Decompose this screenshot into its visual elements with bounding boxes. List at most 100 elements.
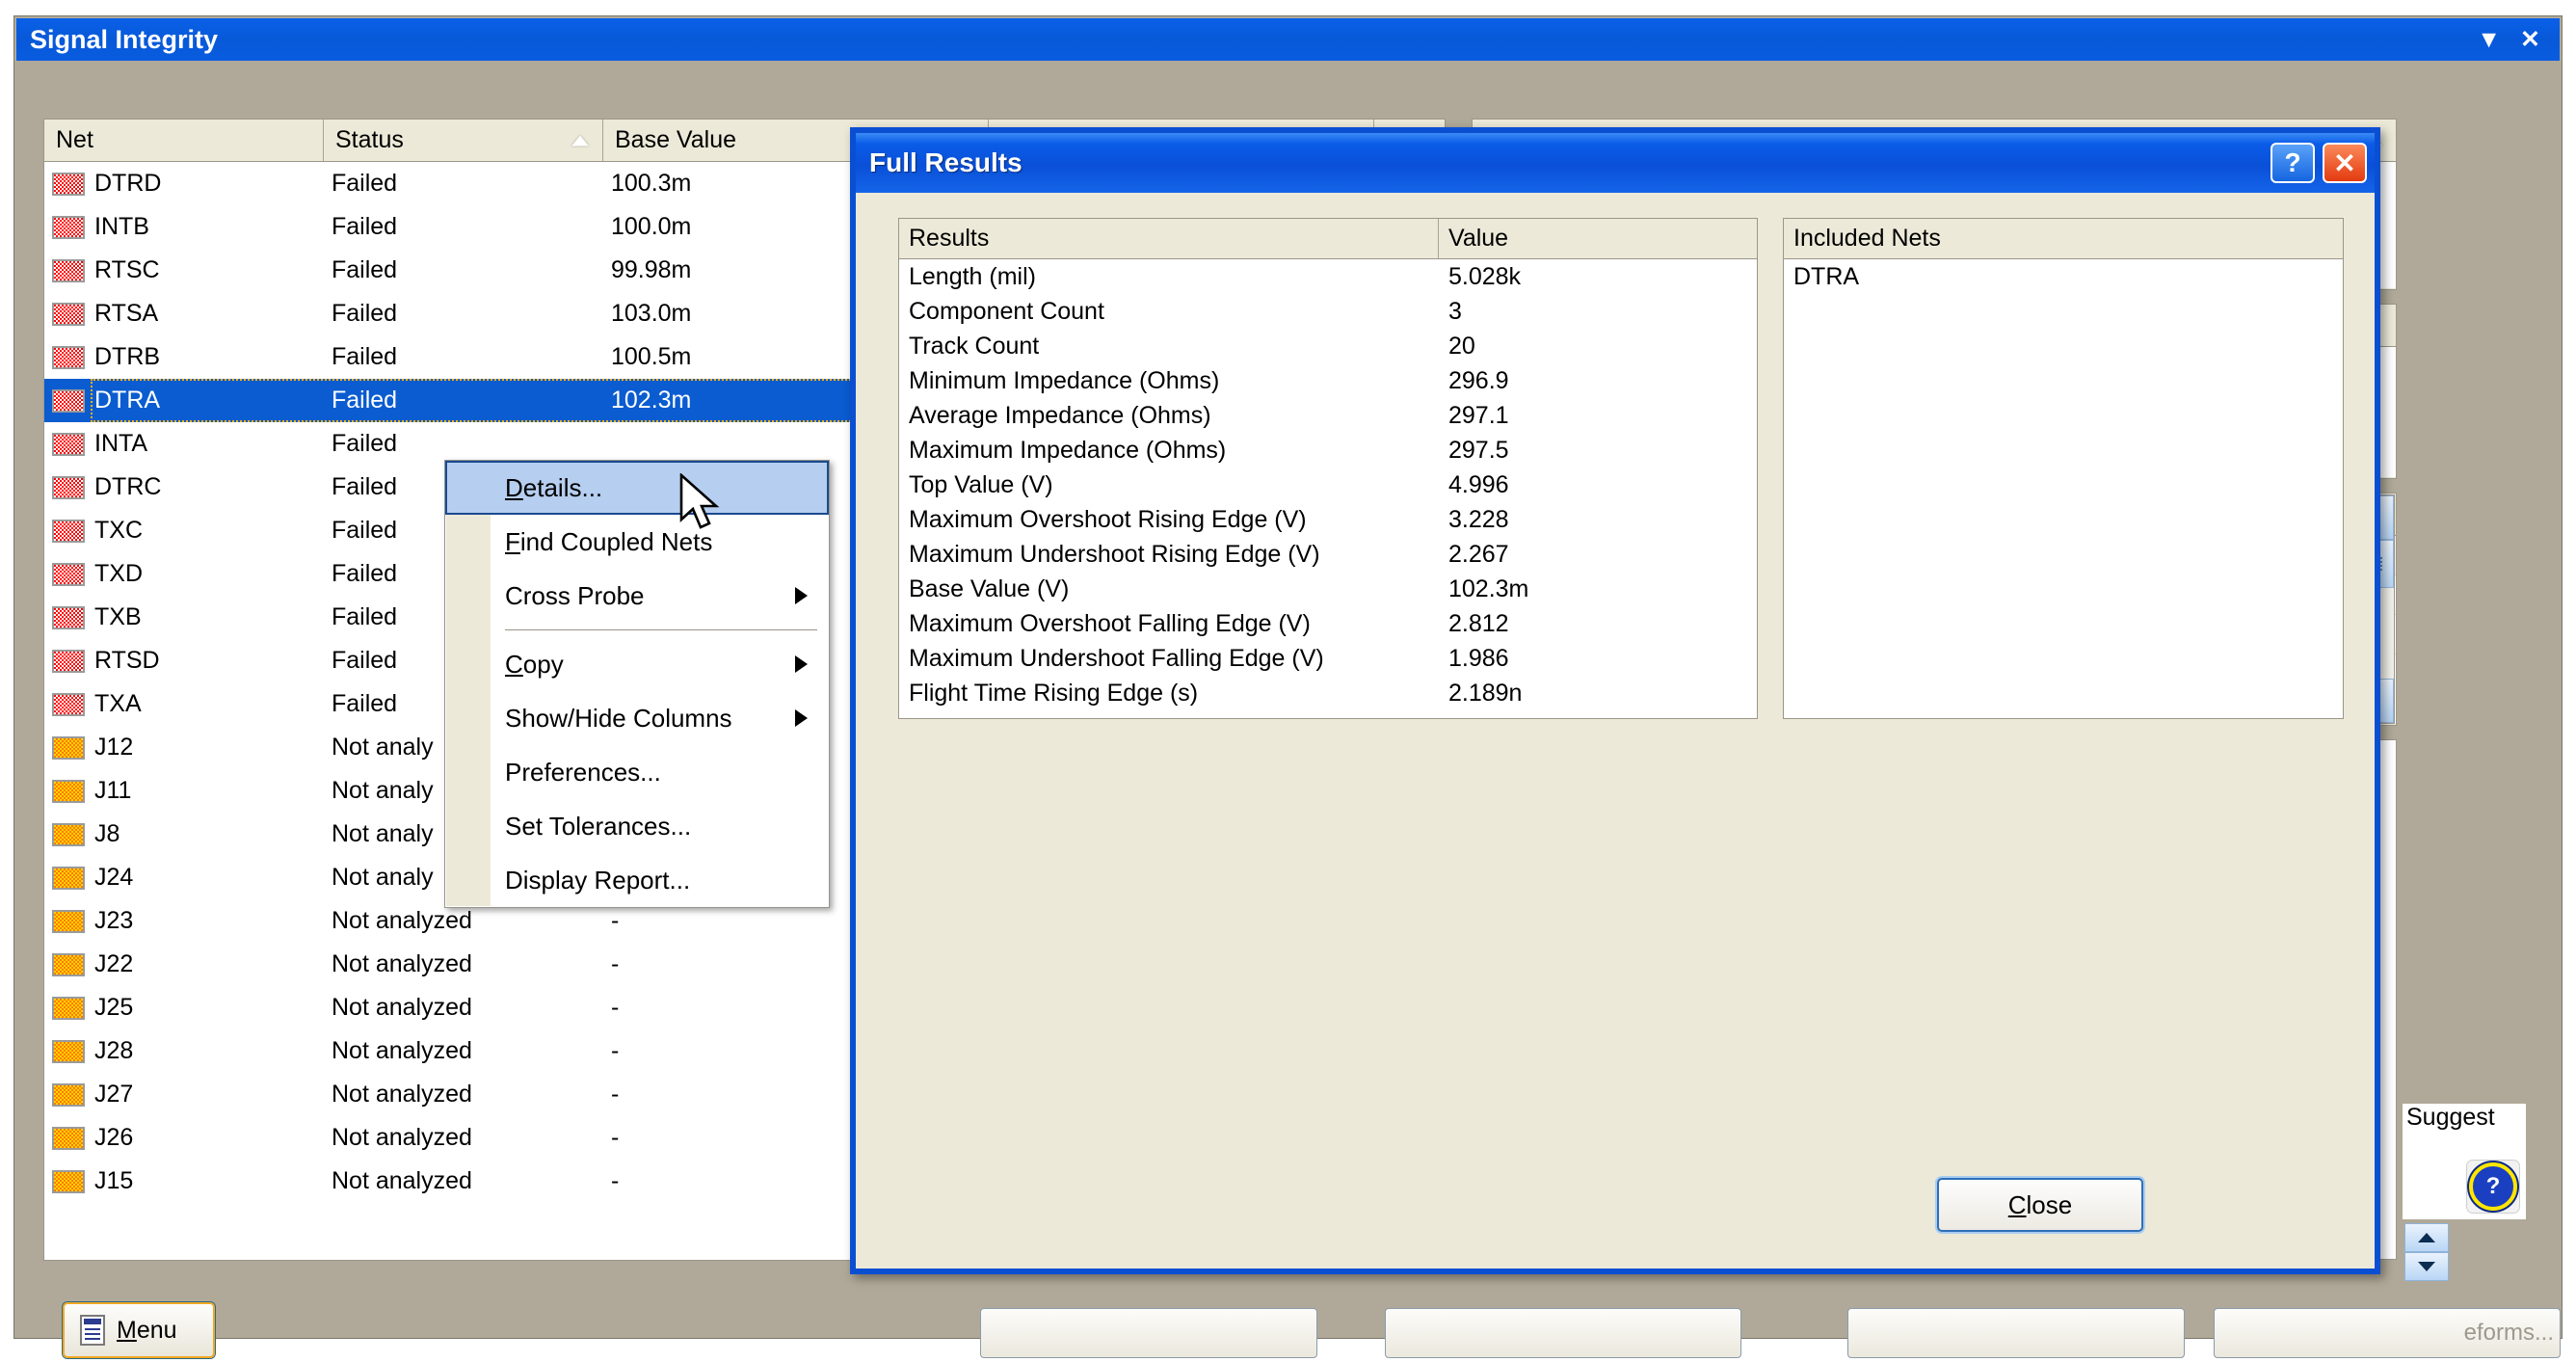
cell-net: J26 [44, 1124, 324, 1152]
status-not-analyzed-swatch-icon [52, 1127, 85, 1150]
result-row[interactable]: Maximum Undershoot Falling Edge (V)1.986 [899, 641, 1757, 676]
sort-ascending-icon [571, 135, 589, 146]
column-header-base-value-label: Base Value [615, 126, 736, 154]
result-row[interactable]: Maximum Overshoot Falling Edge (V)2.812 [899, 606, 1757, 641]
result-value: 5.028k [1439, 263, 1757, 291]
result-row[interactable]: Maximum Impedance (Ohms)297.5 [899, 433, 1757, 467]
stepper-down-icon[interactable] [2404, 1252, 2449, 1281]
result-name: Maximum Overshoot Falling Edge (V) [899, 610, 1439, 638]
cell-status: Failed [324, 256, 603, 284]
analyze-design-button[interactable] [980, 1308, 1317, 1358]
value-stepper[interactable] [2404, 1223, 2449, 1281]
net-name: J24 [94, 864, 133, 892]
status-not-analyzed-swatch-icon [52, 1170, 85, 1193]
crosstalk-waveforms-button[interactable]: eforms... [2214, 1308, 2561, 1358]
net-name: J22 [94, 950, 133, 978]
cell-status: Not analyzed [324, 907, 603, 935]
cell-net: TXB [44, 603, 324, 631]
status-not-analyzed-swatch-icon [52, 780, 85, 803]
help-icon[interactable]: ? [2271, 143, 2315, 183]
panel-title: Signal Integrity [30, 25, 218, 55]
panel-titlebar-buttons: ▼ ✕ [2477, 28, 2560, 52]
result-row[interactable]: Maximum Overshoot Rising Edge (V)3.228 [899, 502, 1757, 537]
cell-status: Not analyzed [324, 950, 603, 978]
menu-item-cross-probe[interactable]: Cross Probe [445, 569, 829, 623]
result-row[interactable]: Top Value (V)4.996 [899, 467, 1757, 502]
menu-button[interactable]: Menu [63, 1302, 215, 1358]
cell-net: J27 [44, 1081, 324, 1108]
status-failed-swatch-icon [52, 476, 85, 499]
status-failed-swatch-icon [52, 650, 85, 673]
status-failed-swatch-icon [52, 389, 85, 413]
stepper-up-icon[interactable] [2404, 1223, 2449, 1252]
reflection-waveform-button[interactable] [1847, 1308, 2185, 1358]
menu-item-set-tolerances[interactable]: Set Tolerances... [445, 799, 829, 853]
result-row[interactable]: Maximum Undershoot Rising Edge (V)2.267 [899, 537, 1757, 572]
result-name: Maximum Overshoot Rising Edge (V) [899, 506, 1439, 534]
cell-net: DTRC [44, 473, 324, 501]
net-name: J12 [94, 734, 133, 761]
net-name: J27 [94, 1081, 133, 1108]
results-list[interactable]: Results Value Length (mil)5.028kComponen… [898, 218, 1758, 719]
result-value: 3 [1439, 298, 1757, 326]
menu-item-show-hide-columns[interactable]: Show/Hide Columns [445, 691, 829, 745]
net-name: J25 [94, 994, 133, 1022]
menu-item-preferences[interactable]: Preferences... [445, 745, 829, 799]
cell-status: Failed [324, 430, 603, 458]
cell-net: DTRB [44, 343, 324, 371]
dialog-client-area: Results Value Length (mil)5.028kComponen… [856, 193, 2375, 1269]
result-value: 2.267 [1439, 541, 1757, 569]
cell-net: TXA [44, 690, 324, 718]
column-header-net-label: Net [56, 126, 93, 154]
status-not-analyzed-swatch-icon [52, 823, 85, 846]
question-mark-icon: ? [2469, 1162, 2517, 1211]
cell-net: J24 [44, 864, 324, 892]
menu-item-find-coupled-nets[interactable]: Find Coupled Nets [445, 515, 829, 569]
result-row[interactable]: Base Value (V)102.3m [899, 572, 1757, 606]
result-value: 4.996 [1439, 471, 1757, 499]
result-name: Track Count [899, 333, 1439, 361]
included-net-item[interactable]: DTRA [1784, 259, 2343, 291]
close-icon[interactable]: ✕ [2323, 143, 2367, 183]
close-button[interactable]: Close [1937, 1178, 2143, 1232]
model-assignments-button[interactable] [1385, 1308, 1741, 1358]
results-column-name-label: Results [909, 225, 989, 253]
result-row[interactable]: Track Count20 [899, 329, 1757, 363]
result-value: 297.5 [1439, 437, 1757, 465]
column-header-net[interactable]: Net [44, 120, 324, 161]
menu-item-copy[interactable]: Copy [445, 637, 829, 691]
status-failed-swatch-icon [52, 433, 85, 456]
result-value: 3.228 [1439, 506, 1757, 534]
included-nets-column-header[interactable]: Included Nets [1784, 219, 2343, 258]
context-menu-items: Details...Find Coupled NetsCross Probe Co… [445, 461, 829, 907]
included-nets-list[interactable]: Included Nets DTRA [1783, 218, 2344, 719]
chevron-down-icon[interactable]: ▼ [2477, 28, 2501, 52]
result-row[interactable]: Component Count3 [899, 294, 1757, 329]
result-row[interactable]: Average Impedance (Ohms)297.1 [899, 398, 1757, 433]
result-row[interactable]: Flight Time Rising Edge (s)2.189n [899, 676, 1757, 710]
crosstalk-waveforms-button-label: eforms... [2464, 1320, 2560, 1347]
net-name: DTRC [94, 473, 161, 501]
close-icon[interactable]: ✕ [2520, 28, 2540, 52]
result-row[interactable]: Slope Rising Edge (s)7.021n [899, 710, 1757, 719]
net-name: J11 [94, 777, 131, 805]
results-column-header-value[interactable]: Value [1439, 219, 1757, 258]
net-context-menu[interactable]: Details...Find Coupled NetsCross Probe Co… [444, 460, 830, 908]
results-column-header-name[interactable]: Results [899, 219, 1439, 258]
results-rows: Length (mil)5.028kComponent Count3Track … [899, 259, 1757, 719]
result-row[interactable]: Minimum Impedance (Ohms)296.9 [899, 363, 1757, 398]
included-nets-header-label: Included Nets [1793, 225, 1941, 253]
net-name: DTRD [94, 170, 161, 198]
cell-status: Not analyzed [324, 1037, 603, 1065]
status-not-analyzed-swatch-icon [52, 953, 85, 976]
cell-net: J22 [44, 950, 324, 978]
help-badge-icon[interactable]: ? [2466, 1160, 2520, 1214]
result-row[interactable]: Length (mil)5.028k [899, 259, 1757, 294]
menu-item-display-report[interactable]: Display Report... [445, 853, 829, 907]
menu-item-details[interactable]: Details... [445, 461, 829, 515]
cell-status: Failed [324, 343, 603, 371]
result-value: 1.986 [1439, 645, 1757, 673]
net-name: TXB [94, 603, 142, 631]
column-header-status[interactable]: Status [324, 120, 603, 161]
net-name: INTB [94, 213, 149, 241]
